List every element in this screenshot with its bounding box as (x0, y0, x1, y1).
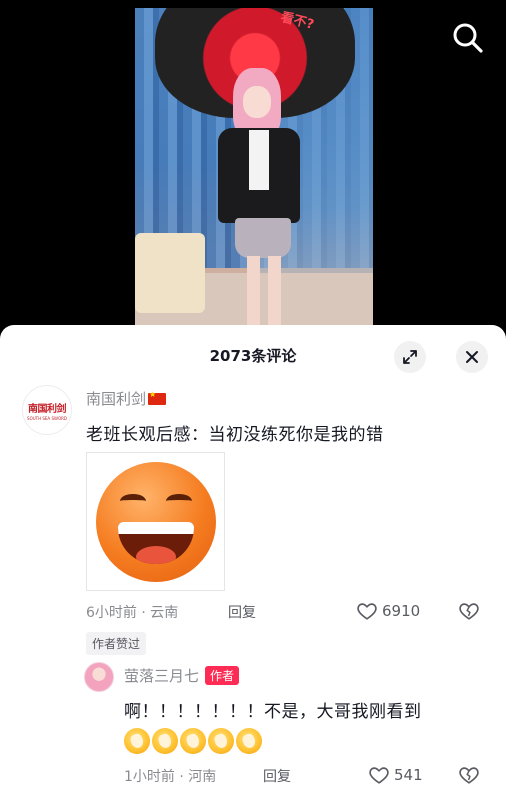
author-liked-badge: 作者赞过 (86, 632, 147, 655)
avatar-logo-text: 南国利剑 (28, 403, 67, 415)
expand-button[interactable] (394, 341, 426, 373)
clapping-emoji-icon (180, 728, 206, 754)
cosplayer (213, 68, 308, 338)
comment-meta: 6小时前 · 云南 (86, 605, 179, 621)
reply-meta: 1小时前 · 河南 (124, 769, 217, 785)
heart-icon (369, 767, 389, 784)
username-text: 南国利剑 (86, 390, 147, 408)
comment-username[interactable]: 南国利剑 (86, 388, 167, 409)
reply-username-text: 萤落三月七 (124, 667, 200, 685)
comment-text: 老班长观后感：当初没练死你是我的错 (86, 425, 384, 445)
reply-dislike-button[interactable] (458, 764, 480, 786)
expand-icon (403, 350, 417, 364)
search-button[interactable] (450, 20, 486, 56)
like-count: 6910 (382, 602, 421, 620)
close-button[interactable] (456, 341, 488, 373)
reply-like-button[interactable]: 541 (368, 764, 423, 786)
app-screen: 看不? 2073条评论 南国利剑 SOUTH SEA SWORD 南国利剑 ★ … (0, 0, 506, 800)
video-frame: 看不? (135, 8, 373, 338)
reply-reply-button[interactable]: 回复 (263, 766, 291, 786)
laughing-face-icon (95, 461, 216, 582)
avatar[interactable]: 南国利剑 SOUTH SEA SWORD (22, 385, 72, 435)
panel-header: 2073条评论 (0, 325, 506, 385)
reply-like-count: 541 (394, 766, 423, 784)
avatar-logo-subtext: SOUTH SEA SWORD (27, 415, 67, 421)
reply-username[interactable]: 萤落三月七 作者 (124, 665, 240, 686)
video-player[interactable]: 看不? (0, 0, 506, 340)
close-icon (466, 351, 478, 363)
china-flag-icon (148, 390, 167, 405)
dislike-button[interactable] (458, 600, 480, 622)
clapping-emoji-icon (152, 728, 178, 754)
like-button[interactable]: 6910 (356, 600, 420, 622)
comment-sticker[interactable] (86, 452, 225, 591)
clapping-emoji-icon (208, 728, 234, 754)
author-badge: 作者 (205, 666, 240, 685)
broken-heart-icon (459, 603, 479, 620)
reply-text: 啊！！！！！！！不是，大哥我刚看到 (124, 702, 422, 722)
clapping-emoji-icon (236, 728, 262, 754)
comments-panel: 2073条评论 南国利剑 SOUTH SEA SWORD 南国利剑 老班长观后感… (0, 325, 506, 800)
reply-emoji-row (124, 728, 262, 754)
search-icon (453, 23, 483, 53)
clapping-emoji-icon (124, 728, 150, 754)
broken-heart-icon (459, 767, 479, 784)
sofa (135, 233, 205, 313)
reply-button[interactable]: 回复 (228, 602, 256, 622)
comment-count-title: 2073条评论 (209, 347, 297, 365)
reply-avatar[interactable] (84, 662, 114, 692)
heart-icon (357, 603, 377, 620)
